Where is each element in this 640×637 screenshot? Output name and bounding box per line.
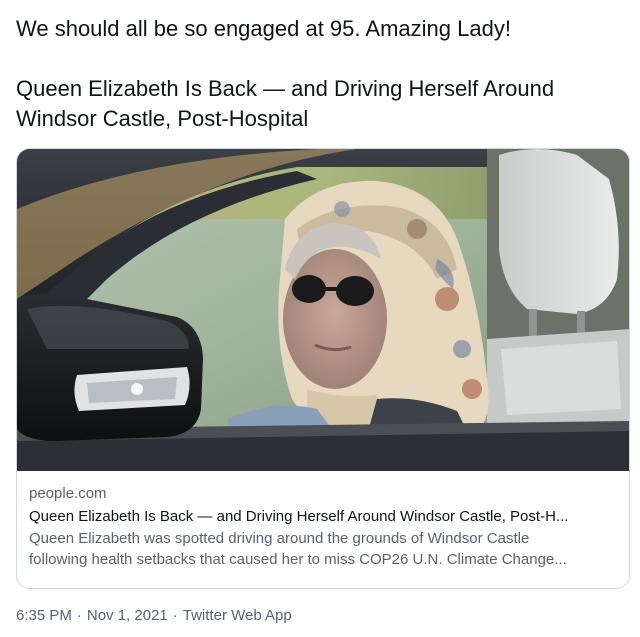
- tweet-line: We should all be so engaged at 95. Amazi…: [16, 16, 511, 41]
- separator: ·: [76, 607, 82, 624]
- tweet-source[interactable]: Twitter Web App: [183, 607, 292, 624]
- photo-of-woman-driving-car-icon: [17, 149, 629, 471]
- tweet-line: Queen Elizabeth Is Back — and Driving He…: [16, 76, 555, 101]
- card-domain: people.com: [29, 485, 107, 502]
- tweet-footer: 6:35 PM · Nov 1, 2021 · Twitter Web App: [16, 606, 292, 626]
- link-preview-card[interactable]: people.com Queen Elizabeth Is Back — and…: [16, 148, 630, 589]
- card-description: Queen Elizabeth was spotted driving arou…: [29, 528, 617, 570]
- card-description-line: Queen Elizabeth was spotted driving arou…: [29, 530, 530, 547]
- card-meta: people.com Queen Elizabeth Is Back — and…: [29, 484, 617, 570]
- card-description-line: following health setbacks that caused he…: [29, 551, 567, 568]
- tweet-date[interactable]: Nov 1, 2021: [87, 607, 168, 624]
- card-image[interactable]: [17, 149, 629, 471]
- tweet-line: Windsor Castle, Post-Hospital: [16, 106, 309, 131]
- separator: ·: [172, 607, 178, 624]
- tweet-text: We should all be so engaged at 95. Amazi…: [16, 14, 626, 134]
- card-title[interactable]: Queen Elizabeth Is Back — and Driving He…: [29, 506, 617, 527]
- tweet-time[interactable]: 6:35 PM: [16, 607, 72, 624]
